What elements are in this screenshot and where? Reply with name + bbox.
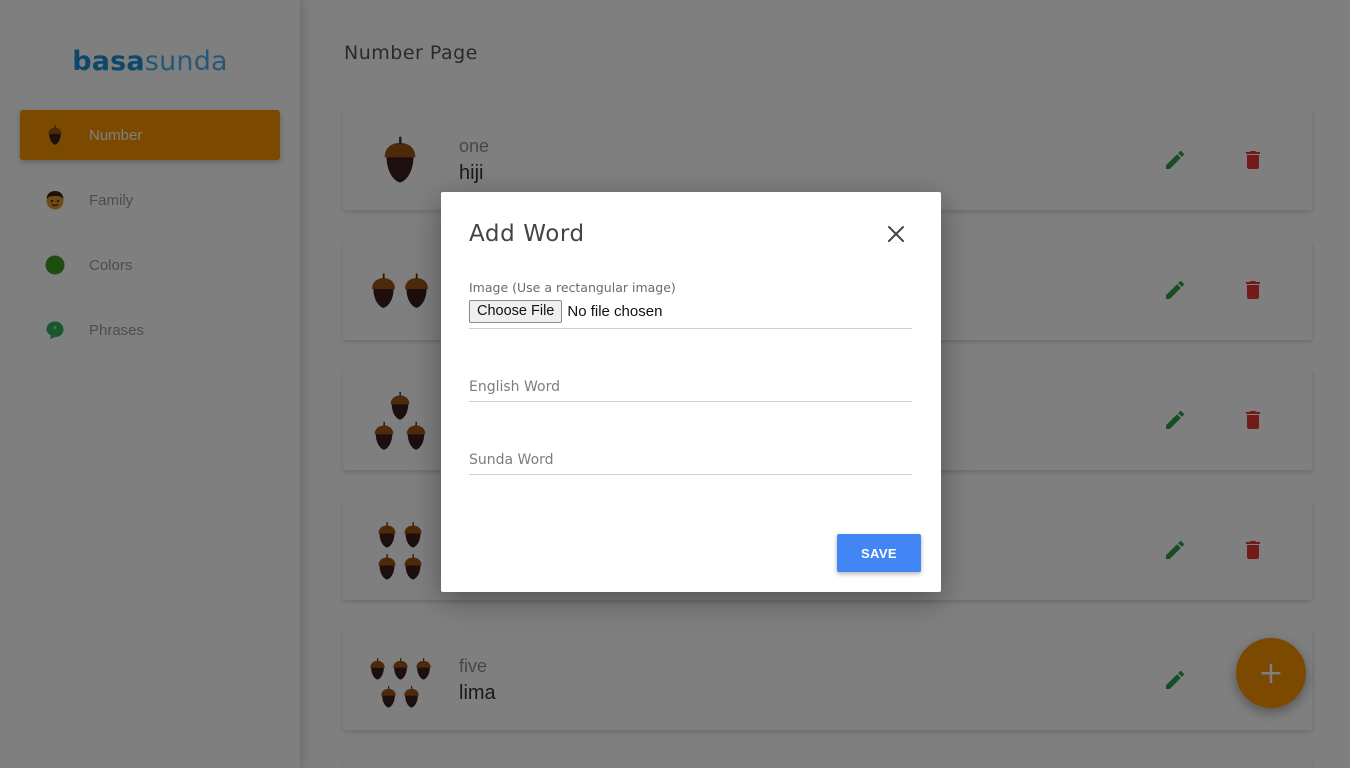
file-status-text: No file chosen <box>567 303 663 320</box>
dialog-title: Add Word <box>469 221 585 247</box>
add-word-dialog: Add Word Image (Use a rectangular image)… <box>441 192 941 592</box>
image-field-underline <box>469 328 912 329</box>
sunda-word-input[interactable]: Sunda Word <box>469 452 554 468</box>
english-word-input[interactable]: English Word <box>469 379 560 395</box>
save-button[interactable]: SAVE <box>837 534 921 572</box>
image-file-input[interactable]: Choose File No file chosen <box>469 300 662 323</box>
sunda-field-underline <box>469 474 912 475</box>
choose-file-button[interactable]: Choose File <box>469 300 563 323</box>
english-field-underline <box>469 401 912 402</box>
close-icon[interactable] <box>885 223 907 245</box>
image-field-label: Image (Use a rectangular image) <box>469 280 676 295</box>
